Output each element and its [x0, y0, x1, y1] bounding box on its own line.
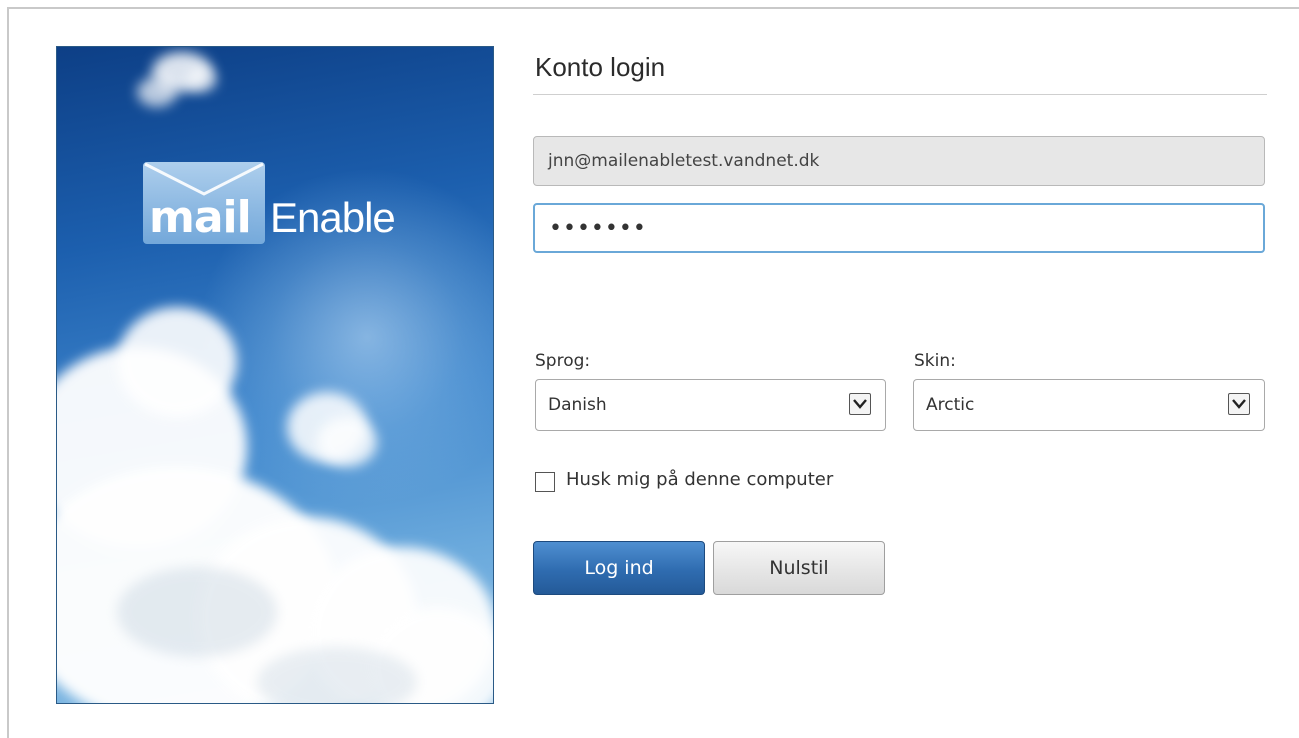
logo-mail-text: mail — [149, 192, 252, 243]
remember-me-checkbox[interactable] — [535, 472, 555, 492]
skin-value: Arctic — [926, 395, 975, 415]
cloud-shadow — [117, 567, 277, 657]
email-value: jnn@mailenabletest.vandnet.dk — [548, 151, 820, 171]
remember-me-label[interactable]: Husk mig på denne computer — [566, 469, 833, 490]
password-value: ••••••• — [549, 215, 647, 241]
language-label: Sprog: — [535, 351, 591, 371]
cloud — [137, 77, 177, 107]
language-select[interactable]: Danish — [535, 379, 886, 431]
branding-panel: mail Enable — [56, 46, 494, 704]
logo-enable-text: Enable — [270, 194, 396, 241]
title-divider — [533, 94, 1267, 95]
password-field[interactable]: ••••••• — [533, 203, 1265, 253]
cloud — [117, 307, 237, 417]
page-title: Konto login — [535, 52, 666, 82]
cloud — [187, 67, 217, 92]
skin-select[interactable]: Arctic — [913, 379, 1265, 431]
reset-button[interactable]: Nulstil — [713, 541, 885, 595]
skin-label: Skin: — [914, 351, 956, 371]
language-value: Danish — [548, 395, 607, 415]
cloud — [317, 417, 377, 467]
chevron-down-icon[interactable] — [849, 393, 871, 415]
login-button[interactable]: Log ind — [533, 541, 705, 595]
chevron-down-icon[interactable] — [1228, 393, 1250, 415]
mailenable-logo: mail Enable — [143, 162, 443, 252]
email-field[interactable]: jnn@mailenabletest.vandnet.dk — [533, 136, 1265, 186]
